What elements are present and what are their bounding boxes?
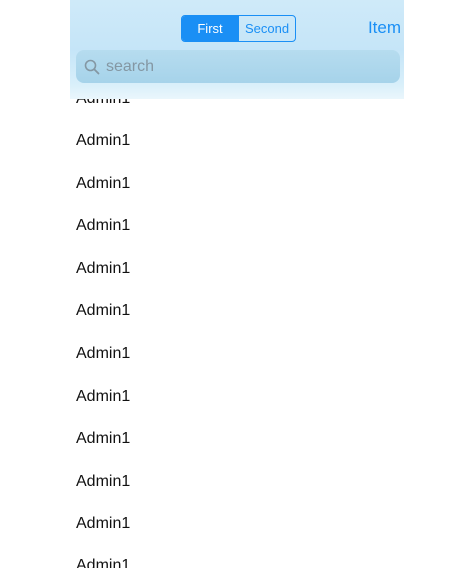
navigation-header: First Second Item xyxy=(70,0,404,99)
list-item[interactable]: Admin1 xyxy=(70,162,404,205)
list-item[interactable]: Admin1 xyxy=(70,332,404,375)
search-input[interactable] xyxy=(106,57,386,76)
list-item[interactable]: Admin1 xyxy=(70,247,404,290)
list-item[interactable]: Admin1 xyxy=(70,460,404,503)
list-item[interactable]: Admin1 xyxy=(70,544,404,568)
list-item[interactable]: Admin1 xyxy=(70,417,404,460)
segmented-control: First Second xyxy=(181,15,296,42)
segment-second[interactable]: Second xyxy=(239,16,295,41)
search-bar[interactable] xyxy=(76,50,400,83)
phone-screen: Admin1 Admin1 Admin1 Admin1 Admin1 Admin… xyxy=(70,0,404,568)
nav-item-button[interactable]: Item xyxy=(368,18,401,38)
segment-first[interactable]: First xyxy=(182,16,239,41)
list-item[interactable]: Admin1 xyxy=(70,204,404,247)
list-item[interactable]: Admin1 xyxy=(70,289,404,332)
list-item[interactable]: Admin1 xyxy=(70,119,404,162)
magnifying-glass-icon xyxy=(84,59,100,75)
list-item[interactable]: Admin1 xyxy=(70,502,404,545)
list-item[interactable]: Admin1 xyxy=(70,375,404,418)
